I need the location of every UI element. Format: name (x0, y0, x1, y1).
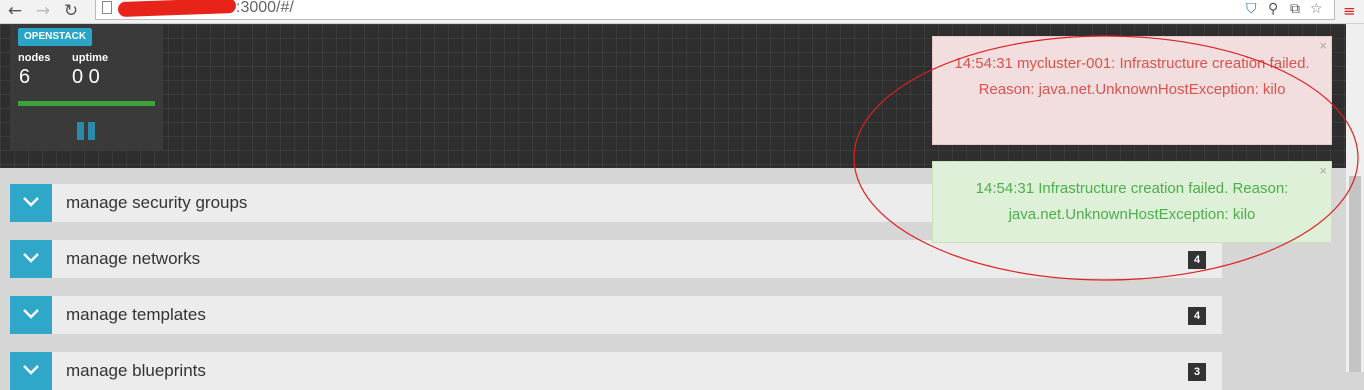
back-icon[interactable]: ← (6, 2, 24, 20)
panel-title: manage templates (66, 305, 206, 324)
success-notification[interactable]: × 14:54:31 Infrastructure creation faile… (932, 161, 1332, 243)
panel-title: manage blueprints (66, 361, 206, 380)
uptime-label: uptime (72, 52, 109, 64)
shield-icon[interactable]: ⛉ (1246, 0, 1257, 18)
notification-text: 14:54:31 mycluster-001: Infrastructure c… (954, 55, 1310, 98)
page-icon (102, 1, 112, 14)
chevron-down-icon[interactable] (10, 184, 52, 222)
panel-networks[interactable]: manage networks 4 (10, 240, 1222, 278)
translate-icon[interactable]: ⧉ (1290, 0, 1300, 18)
star-icon[interactable]: ☆ (1310, 0, 1323, 18)
chevron-down-icon[interactable] (10, 240, 52, 278)
reload-icon[interactable]: ↻ (62, 2, 80, 20)
chevron-down-icon[interactable] (10, 352, 52, 390)
panel-templates[interactable]: manage templates 4 (10, 296, 1222, 334)
error-notification[interactable]: × 14:54:31 mycluster-001: Infrastructure… (932, 36, 1332, 145)
browser-toolbar: ← → ↻ :3000/#/ ⛉ ⚲ ⧉ ☆ ≡ (0, 0, 1364, 24)
forward-icon[interactable]: → (34, 2, 52, 20)
address-url: :3000/#/ (236, 0, 294, 16)
key-icon[interactable]: ⚲ (1268, 0, 1278, 18)
close-icon[interactable]: × (1319, 39, 1327, 53)
panel-blueprints[interactable]: manage blueprints 3 (10, 352, 1222, 390)
progress-bar (18, 101, 155, 106)
menu-icon[interactable]: ≡ (1343, 2, 1356, 20)
panel-title: manage networks (66, 249, 201, 268)
scrollbar-thumb[interactable] (1349, 176, 1361, 372)
count-badge: 4 (1188, 251, 1206, 269)
nodes-value: 6 (19, 66, 31, 88)
panel-title: manage security groups (66, 193, 248, 212)
address-bar[interactable]: :3000/#/ ⛉ ⚲ ⧉ ☆ (95, 0, 1335, 20)
nodes-label: nodes (18, 52, 51, 64)
uptime-value: 0 0 (72, 66, 100, 88)
count-badge: 3 (1188, 363, 1206, 381)
provider-tag: OPENSTACK (18, 28, 93, 46)
count-badge: 4 (1188, 307, 1206, 325)
notification-text: 14:54:31 Infrastructure creation failed.… (975, 180, 1289, 223)
chevron-down-icon[interactable] (10, 296, 52, 334)
cluster-widget[interactable]: OPENSTACK nodes 6 uptime 0 0 (10, 24, 163, 151)
redaction-mark (117, 0, 237, 18)
pause-icon[interactable] (77, 122, 95, 140)
close-icon[interactable]: × (1319, 164, 1327, 178)
